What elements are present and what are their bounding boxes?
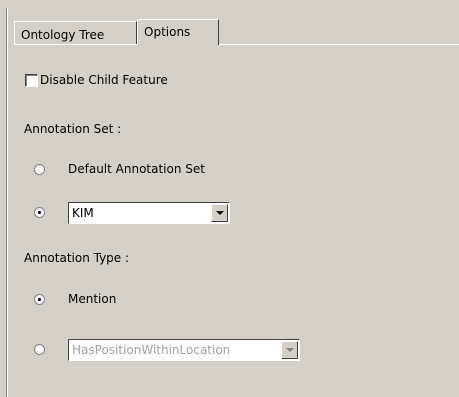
annotation-set-label: Annotation Set : bbox=[24, 122, 122, 136]
annotation-type-label: Annotation Type : bbox=[24, 251, 130, 265]
annotation-type-value: HasPositionWithinLocation bbox=[72, 343, 231, 357]
default-annotation-set-label: Default Annotation Set bbox=[68, 162, 205, 176]
tab-options[interactable]: Options bbox=[137, 19, 219, 45]
mention-label: Mention bbox=[68, 292, 117, 306]
default-annotation-set-radio[interactable] bbox=[34, 164, 45, 175]
annotation-type-combobox[interactable]: HasPositionWithinLocation bbox=[68, 339, 300, 361]
tab-label: Options bbox=[144, 25, 191, 39]
chevron-down-icon[interactable] bbox=[211, 204, 228, 222]
custom-annotation-set-radio[interactable] bbox=[34, 207, 45, 218]
tab-ontology-tree[interactable]: Ontology Tree bbox=[14, 21, 137, 44]
disable-child-feature-checkbox[interactable] bbox=[25, 74, 38, 87]
tab-label: Ontology Tree bbox=[21, 28, 105, 42]
tab-content-border bbox=[14, 44, 459, 45]
chevron-down-icon[interactable] bbox=[281, 341, 298, 359]
panel-left-border-highlight bbox=[7, 8, 8, 397]
annotation-set-combobox[interactable]: KIM bbox=[68, 202, 230, 224]
annotation-set-value: KIM bbox=[72, 206, 94, 220]
disable-child-feature-label: Disable Child Feature bbox=[40, 73, 168, 87]
mention-radio[interactable] bbox=[34, 294, 45, 305]
custom-annotation-type-radio[interactable] bbox=[34, 344, 45, 355]
